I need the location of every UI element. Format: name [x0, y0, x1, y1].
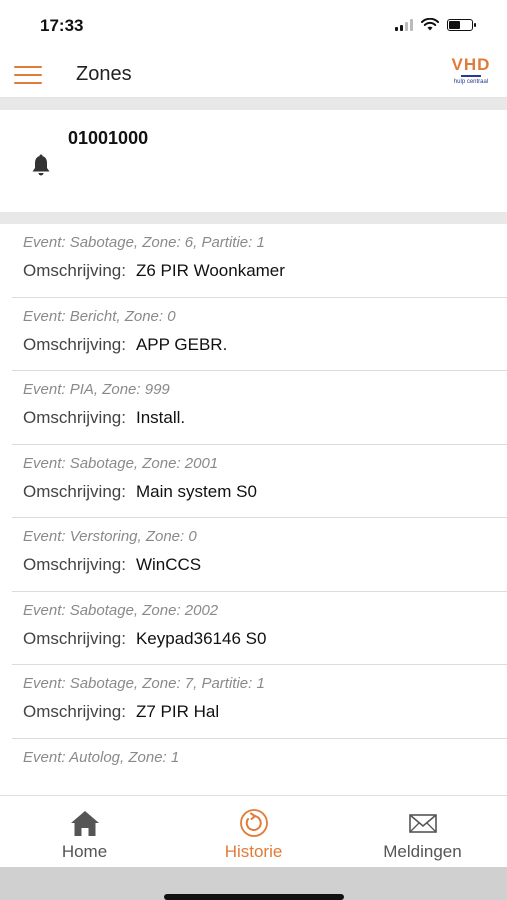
menu-icon[interactable]	[14, 66, 42, 84]
list-item[interactable]: Event: Sabotage, Zone: 2001 Omschrijving…	[12, 444, 507, 518]
event-type: Event: Sabotage, Zone: 2001	[23, 454, 219, 472]
home-indicator[interactable]	[164, 894, 344, 900]
tab-label: Historie	[224, 842, 283, 861]
tab-bar: Home Historie Meldingen	[0, 795, 507, 867]
list-item[interactable]: Event: Bericht, Zone: 0 Omschrijving: APP…	[12, 297, 507, 371]
tab-label: Meldingen	[383, 842, 462, 861]
status-bar: 17:33	[0, 0, 507, 50]
device-card[interactable]: 01001000	[0, 110, 507, 212]
event-type: Event: PIA, Zone: 999	[23, 381, 170, 398]
tab-meldingen[interactable]: Meldingen	[338, 796, 507, 868]
page-title: Zones	[76, 63, 132, 85]
status-time: 17:33	[40, 16, 84, 35]
tab-historie[interactable]: Historie	[169, 796, 338, 868]
tab-home[interactable]: Home	[0, 796, 169, 868]
event-description: Omschrijving: Z7 PIR Hal	[23, 702, 220, 721]
list-item[interactable]: Event: Sabotage, Zone: 2002 Omschrijving…	[12, 591, 507, 665]
history-icon	[239, 809, 268, 837]
list-item[interactable]: Event: Sabotage, Zone: 7, Partitie: 1 Om…	[12, 665, 507, 739]
event-list: Event: Sabotage, Zone: 6, Partitie: 1 Om…	[0, 224, 507, 812]
event-description: Omschrijving: Main system S0	[23, 481, 257, 501]
event-type: Event: Sabotage, Zone: 7, Partitie: 1	[23, 675, 265, 692]
event-description: Omschrijving: APP GEBR.	[23, 334, 228, 354]
event-type: Event: Sabotage, Zone: 6, Partitie: 1	[23, 234, 265, 251]
bell-icon	[32, 154, 50, 176]
battery-icon	[447, 18, 476, 31]
cellular-signal-icon	[395, 18, 413, 31]
list-item[interactable]: Event: Sabotage, Zone: 6, Partitie: 1 Om…	[12, 224, 507, 298]
envelope-icon	[408, 814, 437, 833]
event-description: Omschrijving: WinCCS	[23, 555, 202, 574]
event-type: Event: Verstoring, Zone: 0	[23, 528, 197, 545]
divider	[0, 98, 507, 110]
app-header: Zones VHD hulp centraal	[0, 50, 507, 98]
divider	[0, 212, 507, 224]
event-type: Event: Bericht, Zone: 0	[23, 307, 176, 325]
event-type: Event: Autolog, Zone: 1	[23, 748, 180, 766]
wifi-icon	[421, 18, 439, 31]
home-indicator-area	[0, 867, 507, 900]
list-item[interactable]: Event: Verstoring, Zone: 0 Omschrijving:…	[12, 518, 507, 592]
event-description: Omschrijving: Install.	[23, 408, 186, 427]
status-icons	[395, 18, 476, 31]
vhd-logo: VHD hulp centraal	[451, 55, 491, 86]
event-description: Omschrijving: Keypad36146 S0	[23, 628, 267, 648]
list-item[interactable]: Event: PIA, Zone: 999 Omschrijving: Insta…	[12, 371, 507, 445]
event-description: Omschrijving: Z6 PIR Woonkamer	[23, 261, 285, 280]
event-type: Event: Sabotage, Zone: 2002	[23, 601, 219, 619]
device-id: 01001000	[68, 128, 149, 148]
home-icon	[70, 811, 99, 836]
tab-label: Home	[61, 842, 108, 861]
